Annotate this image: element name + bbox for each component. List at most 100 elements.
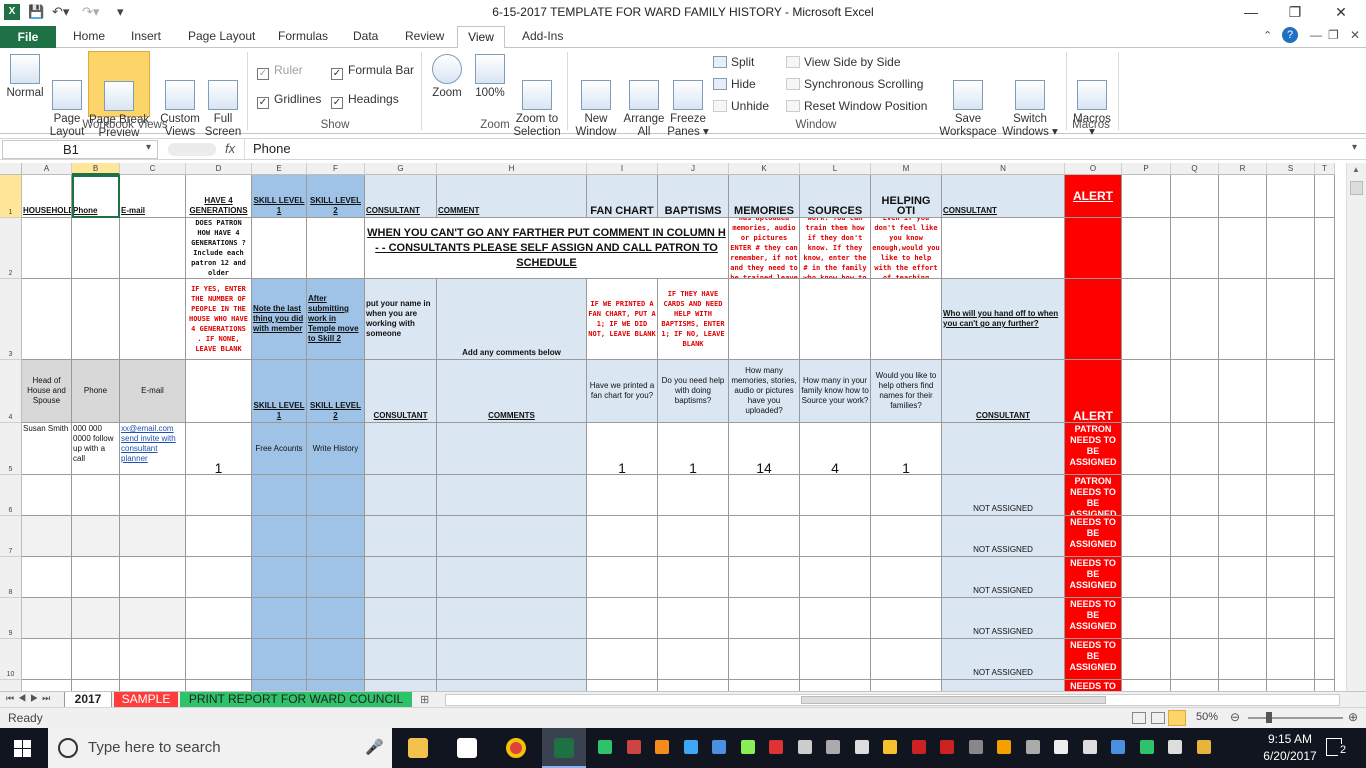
cell-c1[interactable]: E-mail	[120, 175, 186, 218]
cell-l9[interactable]	[800, 598, 871, 639]
cell-j3[interactable]: IF THEY HAVE CARDS AND NEED HELP WITH BA…	[658, 279, 729, 360]
column-header-r[interactable]: R	[1219, 163, 1267, 175]
cell-r3[interactable]	[1219, 279, 1267, 360]
cell-p8[interactable]	[1122, 557, 1171, 598]
tab-view[interactable]: View	[457, 26, 505, 49]
cell-e1[interactable]: SKILL LEVEL 1	[252, 175, 307, 218]
name-box-dropdown-icon[interactable]: ▾	[146, 142, 151, 153]
cell-f8[interactable]	[307, 557, 365, 598]
cell-b9[interactable]	[72, 598, 120, 639]
tab-home[interactable]: Home	[73, 29, 105, 43]
cell-j10[interactable]	[658, 639, 729, 680]
cell-o4[interactable]: ALERT	[1065, 360, 1122, 423]
split-button[interactable]: Split	[713, 55, 754, 69]
horizontal-scroll-thumb[interactable]	[801, 696, 1106, 704]
unhide-button[interactable]: Unhide	[713, 99, 769, 113]
column-header-l[interactable]: L	[800, 163, 871, 175]
tray-dropbox-icon[interactable]	[1082, 740, 1097, 754]
cell-g6[interactable]	[365, 475, 437, 516]
cell-h7[interactable]	[437, 516, 587, 557]
scroll-thumb[interactable]	[1350, 181, 1363, 195]
cell-l3[interactable]	[800, 279, 871, 360]
mail-icon[interactable]	[457, 738, 477, 758]
cell-f3[interactable]: After submitting work in Temple move to …	[307, 279, 365, 360]
cell-f11[interactable]	[307, 680, 365, 691]
cell-s11[interactable]	[1267, 680, 1315, 691]
cell-i10[interactable]	[587, 639, 658, 680]
cell-d6[interactable]	[186, 475, 252, 516]
cell-m10[interactable]	[871, 639, 942, 680]
cell-d4[interactable]	[186, 360, 252, 423]
doc-restore-icon[interactable]: ❐	[1328, 28, 1339, 42]
cell-n6[interactable]: NOT ASSIGNED	[942, 475, 1065, 516]
column-header-m[interactable]: M	[871, 163, 942, 175]
cell-b11[interactable]	[72, 680, 120, 691]
cell-i6[interactable]	[587, 475, 658, 516]
gridlines-checkbox[interactable]: ✓ Gridlines	[257, 92, 321, 109]
tray-media-icon[interactable]	[854, 740, 869, 754]
cell-h4[interactable]: COMMENTS	[437, 360, 587, 423]
cell-o5[interactable]: PATRON NEEDS TO BE ASSIGNED	[1065, 423, 1122, 475]
cell-k4[interactable]: How many memories, stories, audio or pic…	[729, 360, 800, 423]
cell-e9[interactable]	[252, 598, 307, 639]
cell-d8[interactable]	[186, 557, 252, 598]
cell-t3[interactable]	[1315, 279, 1335, 360]
cell-q7[interactable]	[1171, 516, 1219, 557]
cell-r5[interactable]	[1219, 423, 1267, 475]
cell-j7[interactable]	[658, 516, 729, 557]
normal-view-button[interactable]: Normal	[4, 54, 46, 100]
cell-l10[interactable]	[800, 639, 871, 680]
cell-r2[interactable]	[1219, 218, 1267, 279]
cell-h11[interactable]	[437, 680, 587, 691]
restore-button[interactable]: ❐	[1280, 4, 1310, 22]
cell-a8[interactable]	[22, 557, 72, 598]
cell-e6[interactable]	[252, 475, 307, 516]
cell-p6[interactable]	[1122, 475, 1171, 516]
horizontal-scrollbar[interactable]	[445, 694, 1340, 706]
cell-n11[interactable]	[942, 680, 1065, 691]
cell-o7[interactable]: NEEDS TO BE ASSIGNED	[1065, 516, 1122, 557]
tray-office-icon[interactable]	[655, 740, 669, 754]
cell-n4[interactable]: CONSULTANT	[942, 360, 1065, 423]
zoom-out-icon[interactable]: ⊖	[1230, 710, 1240, 724]
microphone-icon[interactable]: 🎤	[365, 738, 384, 756]
cell-r4[interactable]	[1219, 360, 1267, 423]
cell-h10[interactable]	[437, 639, 587, 680]
row-header-6[interactable]: 6	[0, 475, 22, 516]
cell-o2[interactable]	[1065, 218, 1122, 279]
column-header-h[interactable]: H	[437, 163, 587, 175]
cell-g4[interactable]: CONSULTANT	[365, 360, 437, 423]
cell-a2[interactable]	[22, 218, 72, 279]
column-header-c[interactable]: C	[120, 163, 186, 175]
cell-t5[interactable]	[1315, 423, 1335, 475]
clock-date[interactable]: 6/20/2017	[1254, 749, 1326, 763]
select-all-corner[interactable]	[0, 163, 22, 175]
cell-i1[interactable]: FAN CHART	[587, 175, 658, 218]
cell-s4[interactable]	[1267, 360, 1315, 423]
cell-r9[interactable]	[1219, 598, 1267, 639]
cell-s3[interactable]	[1267, 279, 1315, 360]
sheet-tab-print-report[interactable]: PRINT REPORT FOR WARD COUNCIL	[180, 692, 412, 708]
cell-n7[interactable]: NOT ASSIGNED	[942, 516, 1065, 557]
cell-s2[interactable]	[1267, 218, 1315, 279]
column-header-f[interactable]: F	[307, 163, 365, 175]
cell-b1[interactable]: Phone	[72, 175, 120, 218]
cell-t11[interactable]	[1315, 680, 1335, 691]
cell-m1[interactable]: HELPING OTI	[871, 175, 942, 218]
cell-a7[interactable]	[22, 516, 72, 557]
cell-e5[interactable]: Free Acounts	[252, 423, 307, 475]
cell-k5[interactable]: 14	[729, 423, 800, 475]
cell-l11[interactable]	[800, 680, 871, 691]
taskbar-search-box[interactable]: Type here to search	[48, 728, 392, 768]
row-header-3[interactable]: 3	[0, 279, 22, 360]
cell-k3[interactable]	[729, 279, 800, 360]
cell-p4[interactable]	[1122, 360, 1171, 423]
cell-e10[interactable]	[252, 639, 307, 680]
zoom-slider[interactable]	[1248, 717, 1343, 719]
cell-m11[interactable]	[871, 680, 942, 691]
cell-h3[interactable]: Add any comments below	[437, 279, 587, 360]
cell-e8[interactable]	[252, 557, 307, 598]
cell-f10[interactable]	[307, 639, 365, 680]
column-header-a[interactable]: A	[22, 163, 72, 175]
minimize-button[interactable]: —	[1236, 4, 1266, 22]
